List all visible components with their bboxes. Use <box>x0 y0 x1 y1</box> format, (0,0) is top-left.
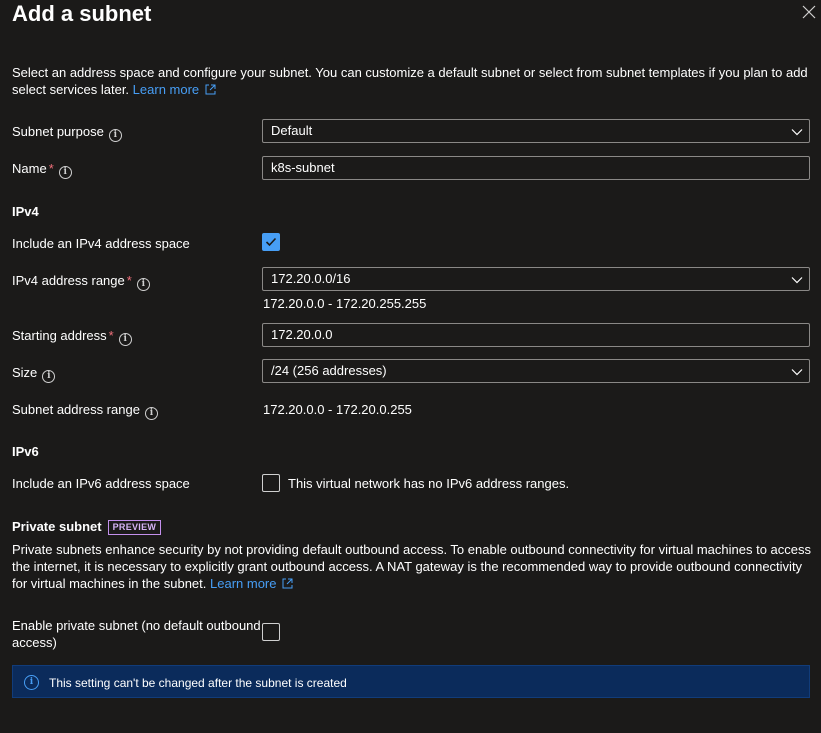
include-ipv6-label: Include an IPv6 address space <box>12 476 190 491</box>
subnet-purpose-value: Default <box>271 123 313 138</box>
learn-more-text: Learn more <box>210 576 277 591</box>
panel-title: Add a subnet <box>12 1 152 26</box>
private-learn-more-link[interactable]: Learn more <box>210 576 293 591</box>
required-marker: * <box>108 328 114 343</box>
checkmark-icon <box>265 237 277 247</box>
external-link-icon <box>205 84 216 95</box>
required-marker: * <box>126 273 132 288</box>
ipv6-note: This virtual network has no IPv6 address… <box>288 476 570 491</box>
starting-address-input[interactable]: 172.20.0.0 <box>262 323 810 347</box>
subnet-address-range-label: Subnet address range i <box>12 401 158 420</box>
size-label-text: Size <box>12 365 38 380</box>
chevron-down-icon <box>791 277 803 284</box>
size-label: Size i <box>12 364 56 383</box>
enable-private-subnet-checkbox[interactable] <box>262 623 280 641</box>
info-icon[interactable]: i <box>118 333 132 346</box>
ipv4-range-label-text: IPv4 address range <box>12 273 125 288</box>
name-label: Name * i <box>12 160 72 179</box>
include-ipv4-checkbox[interactable] <box>262 233 280 251</box>
learn-more-link[interactable]: Learn more <box>133 82 216 97</box>
info-icon[interactable]: i <box>144 407 158 420</box>
include-ipv4-label: Include an IPv4 address space <box>12 236 190 251</box>
ipv4-section-title: IPv4 <box>12 204 39 219</box>
ipv4-range-label: IPv4 address range * i <box>12 272 150 291</box>
info-icon[interactable]: i <box>58 166 72 179</box>
banner-text: This setting can't be changed after the … <box>49 676 347 690</box>
starting-address-label-text: Starting address <box>12 328 107 343</box>
enable-label-line2: access) <box>12 635 57 650</box>
name-input[interactable]: k8s-subnet <box>262 156 810 180</box>
private-subnet-title-text: Private subnet <box>12 519 102 534</box>
ipv4-range-value: 172.20.0.0/16 <box>271 271 351 286</box>
preview-badge: PREVIEW <box>107 520 162 535</box>
private-subnet-description: Private subnets enhance security by not … <box>12 541 812 592</box>
info-icon: i <box>24 675 39 690</box>
private-subnet-description-text: Private subnets enhance security by not … <box>12 542 812 591</box>
name-value: k8s-subnet <box>271 160 335 175</box>
size-value: /24 (256 addresses) <box>271 363 387 378</box>
ipv4-range-select[interactable]: 172.20.0.0/16 <box>262 267 810 291</box>
info-icon[interactable]: i <box>136 278 150 291</box>
subnet-address-range-value: 172.20.0.0 - 172.20.0.255 <box>263 402 412 417</box>
chevron-down-icon <box>791 129 803 136</box>
ipv4-range-hint: 172.20.0.0 - 172.20.255.255 <box>263 296 427 311</box>
chevron-down-icon <box>791 369 803 376</box>
subnet-address-range-label-text: Subnet address range <box>12 402 140 417</box>
panel-description: Select an address space and configure yo… <box>12 64 812 98</box>
close-icon[interactable] <box>802 5 818 21</box>
external-link-icon <box>282 578 293 589</box>
include-ipv6-checkbox[interactable] <box>262 474 280 492</box>
enable-label-line1: Enable private subnet (no default outbou… <box>12 618 261 633</box>
info-icon[interactable]: i <box>42 370 56 383</box>
description-text: Select an address space and configure yo… <box>12 65 808 97</box>
required-marker: * <box>48 161 54 176</box>
private-subnet-title: Private subnet PREVIEW <box>12 518 162 535</box>
size-select[interactable]: /24 (256 addresses) <box>262 359 810 383</box>
info-banner: i This setting can't be changed after th… <box>12 665 810 698</box>
enable-private-subnet-label: Enable private subnet (no default outbou… <box>12 617 267 651</box>
ipv6-section-title: IPv6 <box>12 444 39 459</box>
starting-address-value: 172.20.0.0 <box>271 327 333 342</box>
info-icon[interactable]: i <box>108 129 122 142</box>
subnet-purpose-select[interactable]: Default <box>262 119 810 143</box>
subnet-purpose-label-text: Subnet purpose <box>12 124 104 139</box>
subnet-purpose-label: Subnet purpose i <box>12 123 122 142</box>
name-label-text: Name <box>12 161 47 176</box>
starting-address-label: Starting address * i <box>12 327 132 346</box>
learn-more-text: Learn more <box>132 82 200 97</box>
